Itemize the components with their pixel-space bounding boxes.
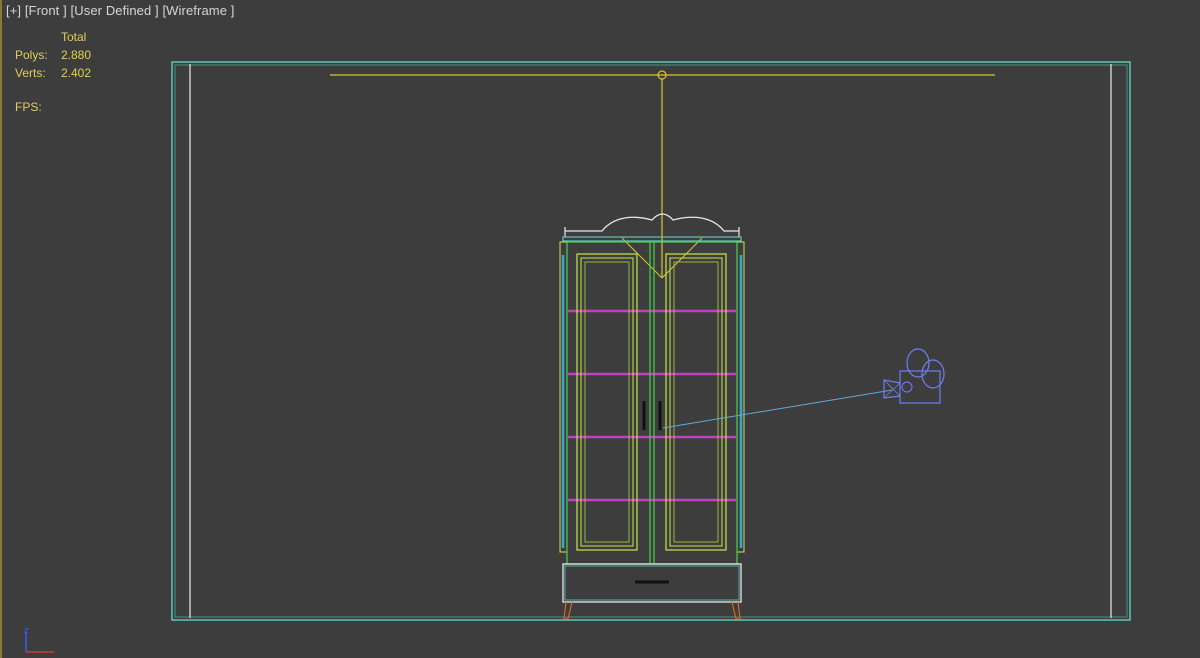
axis-tripod-icon: z [24,625,54,653]
cabinet-wireframe[interactable] [559,213,745,620]
wireframe-scene[interactable] [2,0,1200,658]
axis-z-label: z [24,625,29,635]
camera-object[interactable] [662,348,945,429]
viewport-front[interactable]: [+] [Front ] [User Defined ] [Wireframe … [0,0,1200,658]
light-object[interactable] [330,70,995,279]
room-wall[interactable] [171,61,1131,621]
